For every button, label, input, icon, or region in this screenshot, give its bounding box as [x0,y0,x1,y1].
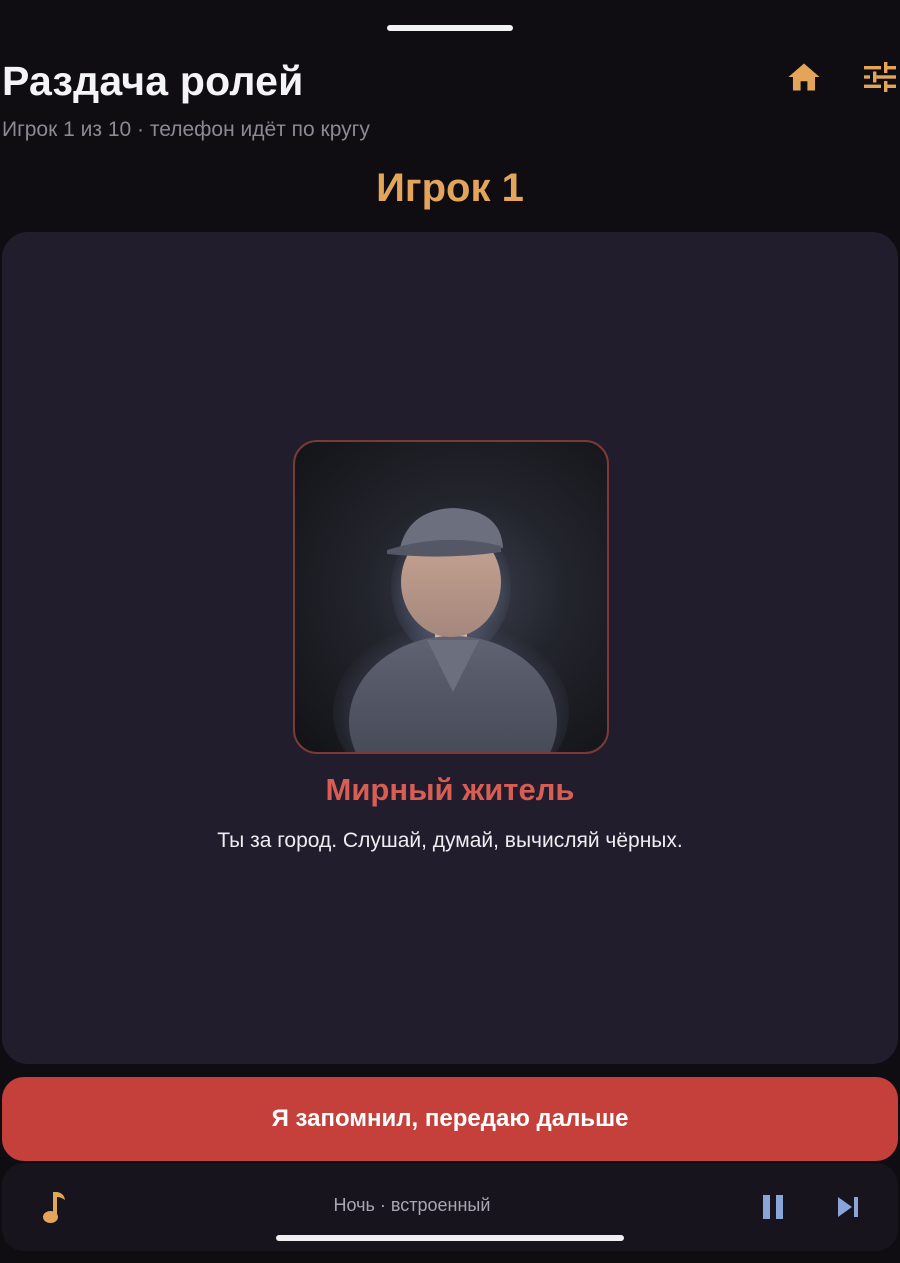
civilian-portrait-illustration [333,508,569,752]
sheet-grabber[interactable] [387,25,513,31]
page-subtitle: Игрок 1 из 10 · телефон идёт по кругу [2,118,370,141]
tune-sliders-icon [864,62,896,92]
role-description: Ты за город. Слушай, думай, вычисляй чёр… [217,829,683,852]
page-title: Раздача ролей [2,58,304,104]
confirm-pass-button[interactable]: Я запомнил, передаю дальше [2,1077,898,1161]
pause-icon[interactable] [758,1191,788,1223]
role-portrait [293,440,609,754]
role-name: Мирный житель [325,772,575,807]
role-distribution-screen: Раздача ролей Игрок 1 из 10 · телефон ид… [0,0,900,1263]
home-icon [788,63,820,91]
role-card: Мирный житель Ты за город. Слушай, думай… [2,232,898,1064]
header: Раздача ролей Игрок 1 из 10 · телефон ид… [0,58,900,148]
home-indicator [276,1235,624,1241]
home-button[interactable] [784,59,824,95]
settings-button[interactable] [860,59,900,95]
player-heading: Игрок 1 [376,166,524,210]
skip-next-icon[interactable] [832,1191,864,1223]
track-label: Ночь · встроенный [333,1195,491,1215]
